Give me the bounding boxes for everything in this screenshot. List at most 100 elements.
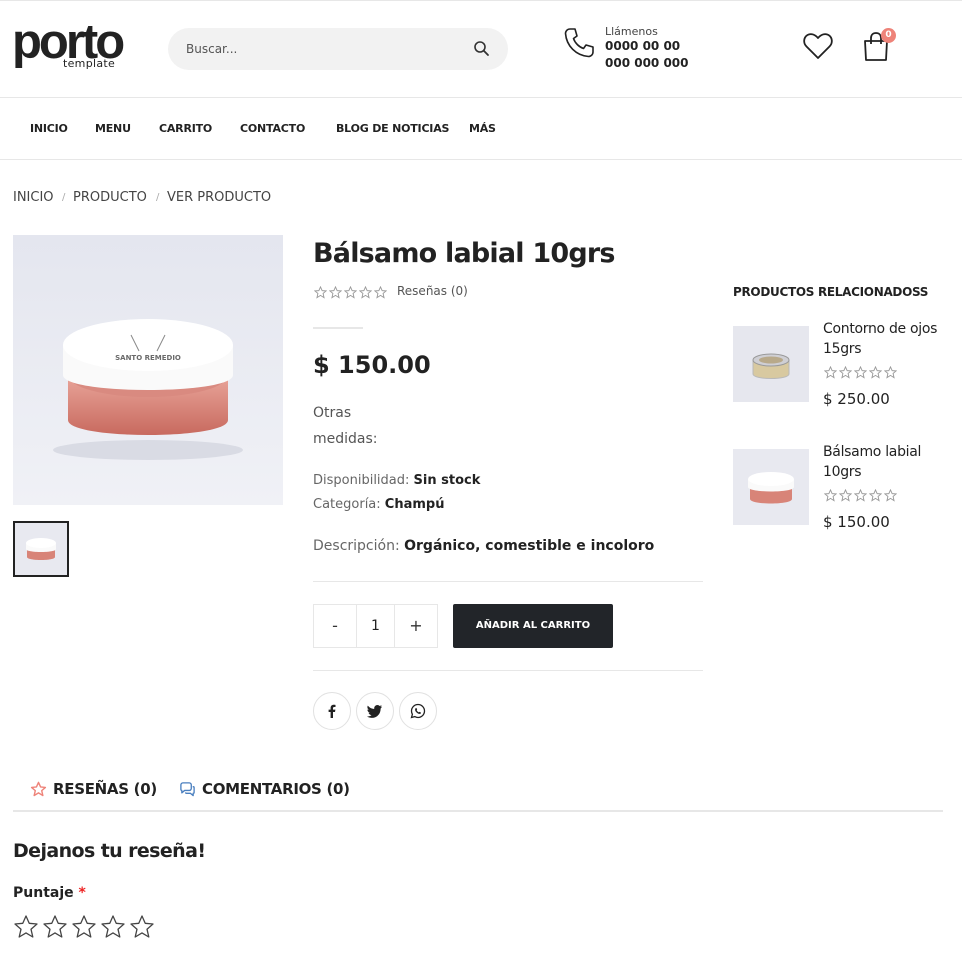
share-twitter[interactable] <box>356 692 394 730</box>
required-mark: * <box>78 885 86 901</box>
phone-number-1[interactable]: 0000 00 00 <box>605 39 680 53</box>
breadcrumb-separator: / <box>156 192 160 203</box>
star-icon <box>824 366 837 379</box>
breadcrumb-separator: / <box>62 192 66 203</box>
star-icon[interactable] <box>100 914 126 940</box>
other-sizes-label: Otras medidas: <box>313 405 378 447</box>
whatsapp-icon <box>410 703 426 719</box>
star-icon <box>854 366 867 379</box>
phone-icon <box>564 28 594 58</box>
eye-contour-jar-image <box>733 326 809 402</box>
star-icon <box>359 286 372 299</box>
twitter-icon <box>367 705 382 718</box>
star-icon <box>869 489 882 502</box>
nav-carrito[interactable]: CARRITO <box>159 122 212 135</box>
star-icon <box>824 489 837 502</box>
availability: Disponibilidad: Sin stock <box>313 473 480 488</box>
related-product-price: $ 150.00 <box>823 513 890 531</box>
related-products-title: PRODUCTOS RELACIONADOSS <box>733 285 929 299</box>
product-thumbnail[interactable] <box>13 521 69 577</box>
quantity-plus-button[interactable]: + <box>394 605 437 647</box>
logo-subtitle: template <box>63 57 116 70</box>
header-divider <box>0 97 962 98</box>
facebook-icon <box>328 704 336 718</box>
rating-label-text: Puntaje <box>13 885 74 901</box>
star-icon[interactable] <box>71 914 97 940</box>
related-product-price: $ 250.00 <box>823 390 890 408</box>
quantity-input[interactable] <box>357 605 394 647</box>
cart-count-badge: 0 <box>881 28 896 43</box>
nav-menu[interactable]: MENU <box>95 122 131 135</box>
tab-reviews-label: RESEÑAS (0) <box>53 780 157 798</box>
top-border <box>0 0 962 1</box>
tab-comments-label: COMENTARIOS (0) <box>202 780 350 798</box>
star-icon <box>839 489 852 502</box>
related-product-rating <box>824 489 897 502</box>
star-icon <box>329 286 342 299</box>
star-icon <box>854 489 867 502</box>
title-divider <box>313 327 363 329</box>
description: Descripción: Orgánico, comestible e inco… <box>313 538 654 554</box>
product-rating-stars <box>314 286 387 299</box>
phone-number-2[interactable]: 000 000 000 <box>605 56 689 70</box>
call-label: Llámenos <box>605 25 658 38</box>
divider <box>313 581 703 582</box>
description-value: Orgánico, comestible e incoloro <box>404 538 655 554</box>
star-icon <box>344 286 357 299</box>
availability-value: Sin stock <box>413 473 481 488</box>
nav-blog[interactable]: BLOG DE NOTICIAS <box>336 122 449 135</box>
share-facebook[interactable] <box>313 692 351 730</box>
search-bar <box>168 28 508 70</box>
breadcrumb-inicio[interactable]: INICIO <box>13 190 54 205</box>
tab-comments[interactable]: COMENTARIOS (0) <box>179 780 350 798</box>
related-product-image[interactable] <box>733 326 809 402</box>
heart-icon[interactable] <box>802 31 834 61</box>
category-label: Categoría: <box>313 497 381 512</box>
product-title: Bálsamo labial 10grs <box>313 238 615 269</box>
star-icon[interactable] <box>42 914 68 940</box>
divider <box>313 670 703 671</box>
breadcrumb-ver-producto: VER PRODUCTO <box>167 190 272 205</box>
lip-balm-jar-image: SANTO REMEDIO <box>13 235 283 505</box>
quantity-minus-button[interactable]: - <box>314 605 357 647</box>
jar-label: SANTO REMEDIO <box>115 354 181 362</box>
add-to-cart-button[interactable]: AÑADIR AL CARRITO <box>453 604 613 648</box>
star-icon <box>30 781 47 796</box>
quantity-stepper: - + <box>313 604 438 648</box>
star-icon[interactable] <box>129 914 155 940</box>
tabs-divider <box>13 810 943 812</box>
nav-mas[interactable]: MÁS <box>469 122 496 135</box>
search-icon[interactable] <box>472 39 492 59</box>
rating-label: Puntaje * <box>13 885 86 901</box>
review-heading: Dejanos tu reseña! <box>13 840 206 862</box>
breadcrumb-producto[interactable]: PRODUCTO <box>73 190 147 205</box>
star-icon[interactable] <box>13 914 39 940</box>
category-link[interactable]: Champú <box>385 497 445 512</box>
search-input[interactable] <box>186 28 456 70</box>
related-product-name[interactable]: Contorno de ojos 15grs <box>823 319 948 359</box>
rating-input <box>13 914 155 940</box>
star-icon <box>314 286 327 299</box>
tab-reviews[interactable]: RESEÑAS (0) <box>30 780 157 798</box>
star-icon <box>884 489 897 502</box>
product-price: $ 150.00 <box>313 351 431 379</box>
share-whatsapp[interactable] <box>399 692 437 730</box>
comments-icon <box>180 781 195 796</box>
nav-contacto[interactable]: CONTACTO <box>240 122 305 135</box>
availability-label: Disponibilidad: <box>313 473 410 488</box>
star-icon <box>839 366 852 379</box>
thumbnail-image <box>15 523 67 575</box>
related-product-image[interactable] <box>733 449 809 525</box>
star-icon <box>374 286 387 299</box>
reviews-link[interactable]: Reseñas (0) <box>397 284 468 298</box>
category: Categoría: Champú <box>313 497 444 512</box>
nav-divider <box>0 159 962 160</box>
description-label: Descripción: <box>313 538 400 554</box>
nav-inicio[interactable]: INICIO <box>30 122 68 135</box>
star-icon <box>884 366 897 379</box>
lip-balm-jar-image <box>733 449 809 525</box>
product-main-image[interactable]: SANTO REMEDIO <box>13 235 283 505</box>
related-product-name[interactable]: Bálsamo labial 10grs <box>823 442 948 482</box>
star-icon <box>869 366 882 379</box>
related-product-rating <box>824 366 897 379</box>
